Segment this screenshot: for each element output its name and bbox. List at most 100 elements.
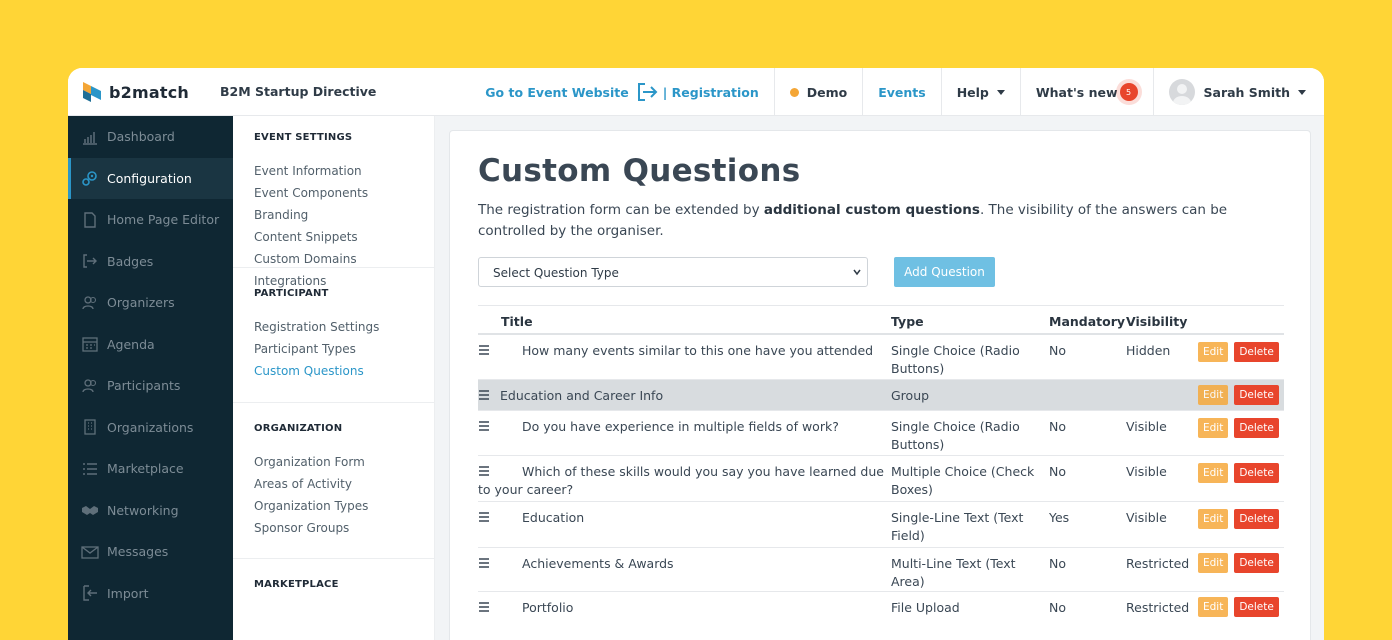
settings-link-organization-types[interactable]: Organization Types xyxy=(254,495,434,517)
sidebar: Dashboard Configuration Home Page Editor… xyxy=(68,116,233,640)
page-title: Custom Questions xyxy=(478,153,801,189)
edit-button[interactable]: Edit xyxy=(1198,553,1229,573)
sidebar-item-marketplace[interactable]: Marketplace xyxy=(68,448,233,490)
sidebar-item-participants[interactable]: Participants xyxy=(68,365,233,407)
edit-button[interactable]: Edit xyxy=(1198,341,1229,362)
whats-new-nav[interactable]: What's new 5 xyxy=(1019,68,1153,116)
import-icon xyxy=(83,585,97,601)
sidebar-item-organizers[interactable]: Organizers xyxy=(68,282,233,324)
sidebar-item-label: Agenda xyxy=(107,336,155,352)
settings-link-areas-of-activity[interactable]: Areas of Activity xyxy=(254,473,434,495)
events-nav[interactable]: Events xyxy=(862,68,940,116)
chevron-down-icon xyxy=(996,89,1005,95)
question-type: Single Choice (Radio Buttons) xyxy=(891,410,1049,456)
sidebar-item-home-page-editor[interactable]: Home Page Editor xyxy=(68,199,233,241)
settings-link-branding[interactable]: Branding xyxy=(254,204,434,226)
delete-button[interactable]: Delete xyxy=(1234,509,1279,529)
question-title-cell: Education and Career Info xyxy=(478,379,891,411)
question-mandatory xyxy=(1049,379,1126,411)
settings-link-custom-questions[interactable]: Custom Questions xyxy=(254,360,434,382)
section-title: PARTICIPANT xyxy=(254,288,329,299)
question-actions: Edit Delete xyxy=(1198,379,1284,411)
drag-handle-icon[interactable] xyxy=(478,466,490,476)
sidebar-item-import[interactable]: Import xyxy=(68,573,233,615)
drag-handle-icon[interactable] xyxy=(478,344,490,355)
sidebar-item-label: Messages xyxy=(107,544,169,560)
edit-button[interactable]: Edit xyxy=(1198,509,1229,529)
settings-link-organization-form[interactable]: Organization Form xyxy=(254,451,434,473)
question-title: Education and Career Info xyxy=(500,388,664,403)
question-title: How many events similar to this one have… xyxy=(522,342,874,358)
sidebar-item-label: Organizers xyxy=(107,295,175,311)
drag-handle-icon[interactable] xyxy=(478,512,490,522)
column-header-title: Title xyxy=(478,305,891,335)
help-nav[interactable]: Help xyxy=(940,68,1020,116)
question-actions: Edit Delete xyxy=(1198,410,1284,456)
sidebar-item-label: Badges xyxy=(107,253,154,269)
question-mandatory: No xyxy=(1049,547,1126,592)
delete-button[interactable]: Delete xyxy=(1234,341,1279,362)
avatar xyxy=(1168,79,1195,105)
drag-handle-icon[interactable] xyxy=(478,421,490,431)
edit-button[interactable]: Edit xyxy=(1198,385,1229,405)
event-website-link[interactable]: Go to Event Website xyxy=(485,85,628,100)
question-mandatory: No xyxy=(1049,455,1126,502)
table-row: Which of these skills would you say you … xyxy=(478,455,1284,502)
participant-section: PARTICIPANT Registration Settings Partic… xyxy=(233,268,434,403)
sidebar-item-label: Marketplace xyxy=(107,461,184,477)
sidebar-item-label: Organizations xyxy=(107,419,194,435)
delete-button[interactable]: Delete xyxy=(1234,553,1279,573)
edit-button[interactable]: Edit xyxy=(1198,463,1229,483)
question-visibility: Visible xyxy=(1126,501,1198,548)
events-link: Events xyxy=(878,84,926,100)
question-type-select[interactable]: Select Question Type xyxy=(478,257,868,287)
settings-link-custom-domains[interactable]: Custom Domains xyxy=(254,248,434,270)
drag-handle-icon[interactable] xyxy=(478,602,490,612)
question-visibility: Visible xyxy=(1126,455,1198,502)
people-icon xyxy=(82,379,97,392)
question-mandatory: No xyxy=(1049,333,1126,380)
sidebar-item-organizations[interactable]: Organizations xyxy=(68,407,233,449)
question-type: Group xyxy=(891,379,1049,411)
question-title-cell: How many events similar to this one have… xyxy=(478,333,891,380)
settings-link-event-information[interactable]: Event Information xyxy=(254,160,434,182)
delete-button[interactable]: Delete xyxy=(1234,463,1279,483)
drag-handle-icon[interactable] xyxy=(478,558,490,568)
user-name: Sarah Smith xyxy=(1203,84,1290,100)
sidebar-item-messages[interactable]: Messages xyxy=(68,531,233,573)
envelope-icon xyxy=(81,546,99,559)
page-description: The registration form can be extended by… xyxy=(478,202,1228,239)
settings-link-sponsor-groups[interactable]: Sponsor Groups xyxy=(254,517,434,539)
help-label: Help xyxy=(956,84,989,100)
drag-handle-icon[interactable] xyxy=(478,390,490,400)
delete-button[interactable]: Delete xyxy=(1234,385,1279,405)
sidebar-item-dashboard[interactable]: Dashboard xyxy=(68,116,233,158)
edit-button[interactable]: Edit xyxy=(1198,597,1229,617)
gears-icon xyxy=(82,171,97,187)
add-question-button[interactable]: Add Question xyxy=(894,257,995,287)
question-actions: Edit Delete xyxy=(1198,592,1284,623)
sidebar-item-badges[interactable]: Badges xyxy=(68,241,233,283)
question-actions: Edit Delete xyxy=(1198,501,1284,548)
registration-link[interactable]: | Registration xyxy=(663,85,759,100)
sidebar-item-configuration[interactable]: Configuration xyxy=(68,157,233,199)
calendar-icon xyxy=(82,337,98,352)
question-mandatory: No xyxy=(1049,410,1126,456)
delete-button[interactable]: Delete xyxy=(1234,418,1279,438)
table-row: Achievements & Awards Multi-Line Text (T… xyxy=(478,547,1284,592)
settings-link-registration-settings[interactable]: Registration Settings xyxy=(254,316,434,338)
demo-nav[interactable]: Demo xyxy=(773,68,862,116)
sidebar-item-networking[interactable]: Networking xyxy=(68,490,233,532)
question-title: Achievements & Awards xyxy=(522,556,674,571)
settings-link-content-snippets[interactable]: Content Snippets xyxy=(254,226,434,248)
edit-button[interactable]: Edit xyxy=(1198,418,1229,438)
sidebar-item-agenda[interactable]: Agenda xyxy=(68,324,233,366)
user-menu[interactable]: Sarah Smith xyxy=(1152,68,1324,116)
question-actions: Edit Delete xyxy=(1198,547,1284,592)
logo[interactable]: b2match xyxy=(81,80,189,104)
settings-link-event-components[interactable]: Event Components xyxy=(254,182,434,204)
question-title: Education xyxy=(522,510,585,525)
delete-button[interactable]: Delete xyxy=(1234,597,1279,617)
question-title: Portfolio xyxy=(522,600,574,615)
settings-link-participant-types[interactable]: Participant Types xyxy=(254,338,434,360)
